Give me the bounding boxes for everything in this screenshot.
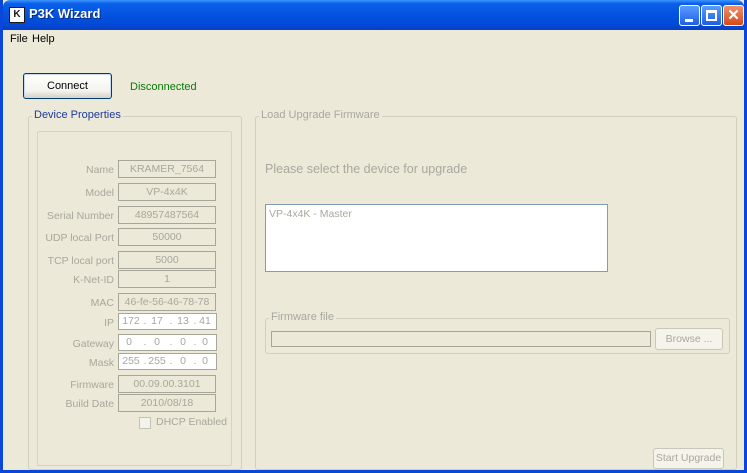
ip-octet-2[interactable]: 17 xyxy=(147,314,167,329)
mask-octet-3[interactable]: 0 xyxy=(173,354,193,369)
connect-button[interactable]: Connect xyxy=(23,73,112,99)
tcp-port-label: TCP local port xyxy=(47,255,114,267)
close-button[interactable]: ✕ xyxy=(723,5,744,26)
serial-number-field: 48957487564 xyxy=(118,206,216,224)
minimize-button[interactable] xyxy=(679,5,700,26)
ip-label: IP xyxy=(104,317,114,329)
upgrade-firmware-legend: Load Upgrade Firmware xyxy=(259,109,382,121)
connection-status: Disconnected xyxy=(130,81,197,93)
menu-help[interactable]: Help xyxy=(32,33,55,45)
build-date-label: Build Date xyxy=(65,398,114,410)
select-device-prompt: Please select the device for upgrade xyxy=(265,162,468,176)
firmware-file-legend: Firmware file xyxy=(269,311,336,323)
gateway-label: Gateway xyxy=(72,338,114,350)
knet-id-label: K-Net-ID xyxy=(73,274,114,286)
minimize-icon xyxy=(685,19,693,22)
mask-field[interactable]: 255 . 255 . 0 . 0 xyxy=(118,353,217,370)
firmware-file-path-field[interactable] xyxy=(271,331,651,347)
start-upgrade-button[interactable]: Start Upgrade xyxy=(653,448,724,469)
mask-octet-4[interactable]: 0 xyxy=(195,354,215,369)
knet-id-field: 1 xyxy=(118,270,216,288)
title-bar[interactable]: K P3K Wizard ✕ xyxy=(3,0,744,30)
tcp-port-field: 5000 xyxy=(118,251,216,269)
ip-octet-3[interactable]: 13 xyxy=(173,314,193,329)
gateway-octet-2[interactable]: 0 xyxy=(147,335,167,350)
model-field: VP-4x4K xyxy=(118,183,216,201)
ip-octet-4[interactable]: 41 xyxy=(195,314,215,329)
mask-octet-2[interactable]: 255 xyxy=(147,354,167,369)
close-icon: ✕ xyxy=(727,7,740,24)
ip-address-field[interactable]: 172 . 17 . 13 . 41 xyxy=(118,313,217,330)
dhcp-label: DHCP Enabled xyxy=(156,416,228,428)
maximize-icon xyxy=(706,10,717,21)
gateway-octet-4[interactable]: 0 xyxy=(195,335,215,350)
mac-field: 46-fe-56-46-78-78 xyxy=(118,293,216,311)
name-label: Name xyxy=(85,164,114,176)
mask-octet-1[interactable]: 255 xyxy=(121,354,141,369)
firmware-field: 00.09.00.3101 xyxy=(118,375,216,393)
name-field: KRAMER_7564 xyxy=(118,160,216,178)
window-title: P3K Wizard xyxy=(29,6,101,21)
browse-button[interactable]: Browse ... xyxy=(655,328,723,350)
list-item[interactable]: VP-4x4K - Master xyxy=(269,208,352,220)
maximize-button[interactable] xyxy=(701,5,722,26)
mac-label: MAC xyxy=(90,297,114,309)
menu-file[interactable]: File xyxy=(10,33,28,45)
gateway-octet-1[interactable]: 0 xyxy=(119,335,139,350)
device-list[interactable]: VP-4x4K - Master xyxy=(265,204,608,272)
serial-number-label: Serial Number xyxy=(46,210,114,222)
build-date-field: 2010/08/18 xyxy=(118,394,216,412)
ip-octet-1[interactable]: 172 xyxy=(121,314,141,329)
udp-port-label: UDP local Port xyxy=(45,232,114,244)
udp-port-field: 50000 xyxy=(118,228,216,246)
app-logo-icon: K xyxy=(9,7,25,23)
firmware-label: Firmware xyxy=(70,379,114,391)
model-label: Model xyxy=(85,187,114,199)
mask-label: Mask xyxy=(88,357,114,369)
gateway-field[interactable]: 0 . 0 . 0 . 0 xyxy=(118,334,217,351)
device-properties-legend: Device Properties xyxy=(32,109,123,121)
menu-bar: File Help xyxy=(3,30,744,48)
dhcp-checkbox[interactable] xyxy=(139,417,151,429)
gateway-octet-3[interactable]: 0 xyxy=(173,335,193,350)
